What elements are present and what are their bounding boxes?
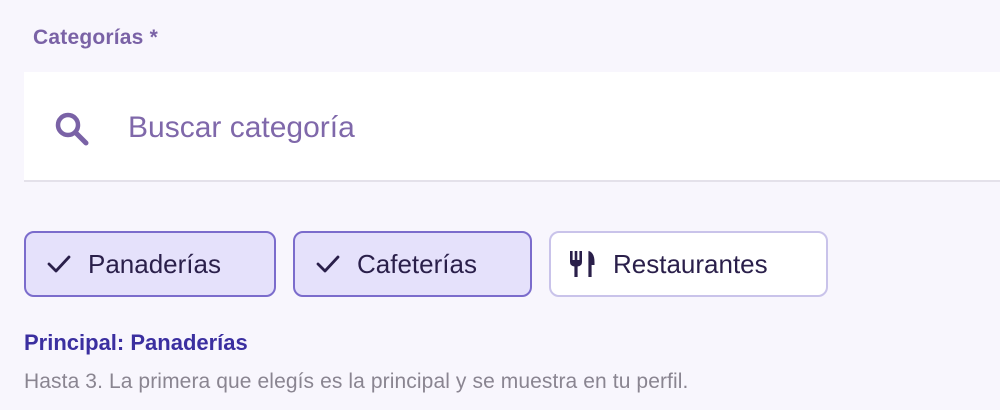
chip-label: Panaderías (88, 248, 221, 279)
helper-text: Hasta 3. La primera que elegís es la pri… (24, 370, 689, 393)
check-icon (313, 249, 343, 279)
principal-category-text: Principal: Panaderías (24, 330, 248, 355)
chip-label: Restaurantes (613, 248, 768, 279)
chip-panaderias[interactable]: Panaderías (24, 231, 276, 297)
chip-label: Cafeterías (357, 248, 477, 279)
check-icon (44, 249, 74, 279)
fork-knife-icon (567, 249, 597, 279)
category-search-input[interactable] (128, 104, 988, 152)
chip-restaurantes[interactable]: Restaurantes (549, 231, 828, 297)
categories-field-label: Categorías * (33, 26, 158, 49)
search-icon (52, 109, 92, 149)
chip-cafeterias[interactable]: Cafeterías (293, 231, 532, 297)
